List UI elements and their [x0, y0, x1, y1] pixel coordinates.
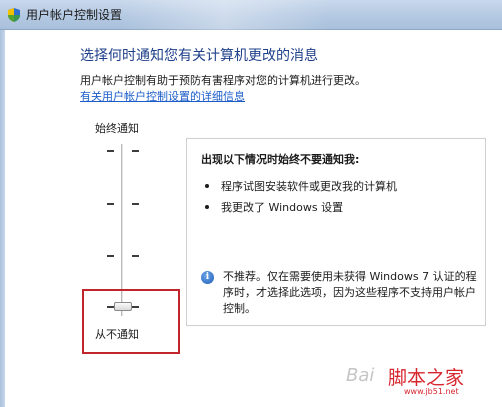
watermark-baidu-text: Bai — [346, 365, 375, 386]
red-highlight-box — [82, 289, 180, 354]
slider-tick-left-level-2 — [107, 203, 114, 205]
slider-tick-right-level-3 — [132, 150, 139, 152]
info-icon: i — [201, 271, 214, 284]
site-watermark: Bai 脚本之家 www.jb51.net — [346, 363, 496, 399]
bullet-dot — [205, 184, 209, 188]
title-bar[interactable]: 用户帐户控制设置 — [0, 0, 502, 30]
panel-note: 不推荐。仅在需要使用未获得 Windows 7 认证的程 序时，才选择此选项，因… — [223, 269, 477, 317]
description-panel: 出现以下情况时始终不要通知我: 程序试图安装软件或更改我的计算机 我更改了 Wi… — [186, 138, 486, 326]
slider-tick-left-level-1 — [107, 255, 114, 257]
page-description: 用户帐户控制有助于预防有害程序对您的计算机进行更改。 — [80, 74, 366, 87]
panel-title: 出现以下情况时始终不要通知我: — [201, 153, 360, 166]
slider-top-label: 始终通知 — [95, 122, 139, 135]
panel-bullet-item: 我更改了 Windows 设置 — [205, 199, 343, 215]
panel-note-line: 序时，才选择此选项，因为这些程序不支持用户帐户 — [223, 286, 476, 299]
window-frame-left — [0, 30, 5, 407]
window-title: 用户帐户控制设置 — [26, 8, 123, 22]
bullet-dot — [205, 205, 209, 209]
slider-tick-left-level-3 — [107, 150, 114, 152]
panel-bullet-text: 程序试图安装软件或更改我的计算机 — [221, 180, 397, 193]
watermark-url: www.jb51.net — [404, 387, 459, 396]
panel-bullet-item: 程序试图安装软件或更改我的计算机 — [205, 178, 397, 194]
uac-details-link[interactable]: 有关用户帐户控制设置的详细信息 — [80, 88, 245, 104]
uac-shield-icon — [8, 8, 20, 22]
panel-bullet-text: 我更改了 Windows 设置 — [221, 201, 344, 214]
slider-tick-right-level-2 — [132, 203, 139, 205]
slider-tick-right-level-1 — [132, 255, 139, 257]
panel-note-line: 不推荐。仅在需要使用未获得 Windows 7 认证的程 — [223, 270, 477, 283]
uac-settings-window: 用户帐户控制设置 选择何时通知您有关计算机更改的消息 用户帐户控制有助于预防有害… — [0, 0, 502, 407]
panel-note-line: 控制。 — [223, 302, 256, 315]
watermark-site-name: 脚本之家 — [388, 367, 465, 389]
page-heading: 选择何时通知您有关计算机更改的消息 — [80, 48, 318, 64]
title-bar-glare — [120, 0, 330, 30]
